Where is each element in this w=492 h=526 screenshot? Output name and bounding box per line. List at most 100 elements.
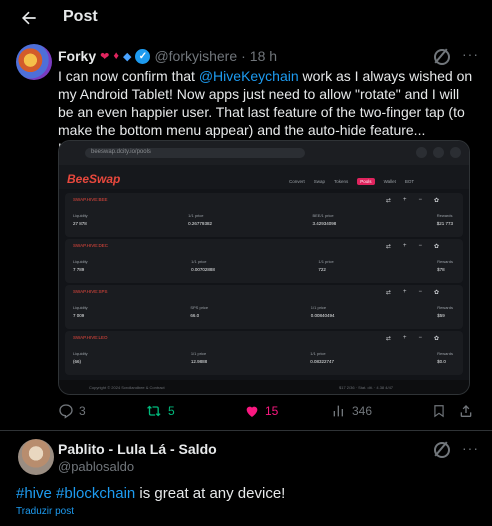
pool-actions: ⇄ + − ✿ bbox=[385, 335, 439, 342]
gem-emoji-icon: ◆ bbox=[122, 50, 132, 63]
nav-link: Tokens bbox=[334, 179, 349, 184]
col-label: Liquidity bbox=[73, 259, 88, 264]
pool-actions: ⇄ + − ✿ bbox=[385, 197, 439, 204]
pool-actions: ⇄ + − ✿ bbox=[385, 243, 439, 250]
col-label: BEE/1 price bbox=[312, 213, 334, 218]
col-value: $59 bbox=[437, 313, 445, 318]
pool-row: SWAP.HIVE:DEC ⇄ + − ✿ Liquidity 7 789 1/1 pr… bbox=[65, 239, 463, 283]
nav-link: Swap bbox=[313, 179, 326, 184]
pool-row: SWAP.HIVE:SPS ⇄ + − ✿ Liquidity 7 009 SPS pr… bbox=[65, 285, 463, 329]
share-button[interactable] bbox=[458, 403, 474, 419]
col-value: 7 009 bbox=[73, 313, 85, 318]
pool-cols: Liquidity 7 009 SPS price 66.0 1/1 price 0.… bbox=[73, 305, 453, 318]
col-label: 1/1 price bbox=[188, 213, 204, 218]
hashtag-link[interactable]: #hive bbox=[16, 485, 52, 502]
share-icon bbox=[460, 405, 472, 417]
post-time[interactable]: 18 h bbox=[250, 48, 277, 64]
browser-url-bar: beeswap.dcity.io/pools bbox=[85, 148, 305, 158]
bookmark-icon bbox=[434, 405, 444, 418]
footer-left-text: Copyright © 2024 Scrollandbee & Contract bbox=[89, 385, 165, 390]
bookmark-button[interactable] bbox=[432, 403, 446, 419]
col-label: Rewards bbox=[437, 305, 453, 310]
retweet-button[interactable]: 5 bbox=[146, 403, 175, 419]
col-value: 12.9888 bbox=[190, 359, 208, 364]
post-header: Post bbox=[0, 0, 492, 38]
page-title: Post bbox=[63, 8, 98, 25]
author-handle[interactable]: @forkyishere bbox=[154, 48, 237, 64]
divider bbox=[0, 430, 492, 431]
browser-url: beeswap.dcity.io/pools bbox=[91, 149, 151, 155]
col-value: 0.26779382 bbox=[188, 221, 212, 226]
mention-link[interactable]: @HiveKeychain bbox=[199, 68, 299, 84]
pool-title: SWAP.HIVE:DEC bbox=[73, 243, 109, 248]
post-media-image[interactable]: beeswap.dcity.io/pools BeeSwap Convert S… bbox=[58, 140, 470, 395]
col-label: Liquidity bbox=[73, 305, 88, 310]
col-value: 0.08322747 bbox=[310, 359, 335, 364]
pool-cols: Liquidity 7 789 1/1 price 0.00702888 1/1 p… bbox=[73, 259, 453, 272]
diamond-emoji-icon: ♦ bbox=[113, 50, 119, 62]
col-label: 1/1 price bbox=[318, 259, 334, 264]
col-label: 1/1 price bbox=[310, 351, 326, 356]
pool-cols: Liquidity (66) 1/1 price 12.9888 1/1 price… bbox=[73, 351, 453, 364]
reply-author-avatar[interactable] bbox=[18, 439, 54, 475]
views-icon bbox=[333, 405, 343, 417]
author-name[interactable]: Forky bbox=[58, 48, 96, 64]
col-value: 7 789 bbox=[73, 267, 85, 272]
col-label: 1/1 price bbox=[190, 351, 207, 356]
hashtag-link[interactable]: #blockchain bbox=[56, 485, 135, 502]
beeswap-nav bbox=[59, 165, 469, 189]
col-label: Rewards bbox=[437, 351, 453, 356]
retweet-icon bbox=[147, 405, 161, 417]
browser-icon bbox=[433, 147, 444, 158]
dot-separator: · bbox=[241, 48, 246, 64]
grok-icon[interactable] bbox=[434, 49, 450, 65]
nav-link-active: Pools bbox=[357, 178, 375, 185]
col-value: $78 bbox=[437, 267, 445, 272]
col-label: Rewards bbox=[436, 213, 453, 218]
views-count: 346 bbox=[352, 404, 373, 418]
nav-link: BOT bbox=[404, 179, 415, 184]
heart-emoji-icon: ❤ bbox=[100, 50, 110, 63]
reply-count: 3 bbox=[79, 404, 86, 418]
pool-actions: ⇄ + − ✿ bbox=[385, 289, 439, 296]
col-value: 0.00702888 bbox=[191, 267, 215, 272]
pool-title: SWAP.HIVE:LEO bbox=[73, 335, 108, 340]
pool-title: SWAP.HIVE:SPS bbox=[73, 289, 108, 294]
col-label: Rewards bbox=[437, 259, 453, 264]
beeswap-nav-links: Convert Swap Tokens Pools Wallet BOT bbox=[289, 178, 415, 185]
col-label: Liquidity bbox=[73, 213, 88, 218]
post-actions: 3 5 15 346 bbox=[58, 403, 478, 423]
col-label: Liquidity bbox=[73, 351, 88, 356]
post-text-prefix: I can now confirm that bbox=[58, 68, 199, 84]
arrow-left-icon[interactable] bbox=[18, 8, 40, 28]
like-button[interactable]: 15 bbox=[244, 403, 278, 419]
reply-button[interactable]: 3 bbox=[58, 403, 86, 419]
more-options-icon[interactable]: ··· bbox=[462, 46, 479, 62]
browser-icon bbox=[450, 147, 461, 158]
footer-right-text: $17 2/36 · Stat. dit. · 4.38 4/47 bbox=[339, 385, 394, 390]
reply-author-handle[interactable]: @pablosaldo bbox=[58, 459, 134, 474]
col-value: (66) bbox=[73, 359, 82, 364]
nav-link: Wallet bbox=[383, 179, 396, 184]
nav-link: Convert bbox=[289, 179, 305, 184]
reply-author-name[interactable]: Pablito - Lula Lá - Saldo bbox=[58, 441, 217, 457]
col-value: 66.0 bbox=[190, 313, 200, 318]
more-options-icon[interactable]: ··· bbox=[462, 440, 479, 456]
author-row: Forky ❤ ♦ ◆ ✓ @forkyishere · 18 h bbox=[58, 48, 277, 64]
pool-row: SWAP.HIVE:BEE ⇄ + − ✿ Liquidity 27 878 1/1 p… bbox=[65, 193, 463, 237]
browser-icons bbox=[416, 147, 461, 158]
browser-toolbar: beeswap.dcity.io/pools bbox=[59, 141, 469, 165]
beeswap-logo-main: BeeSwap bbox=[67, 172, 121, 186]
media-footer: Copyright © 2024 Scrollandbee & Contract… bbox=[59, 380, 469, 394]
col-value: 722 bbox=[318, 267, 326, 272]
translate-post-link[interactable]: Traduzir post bbox=[16, 506, 74, 517]
grok-icon[interactable] bbox=[434, 442, 450, 458]
verified-badge-icon: ✓ bbox=[135, 48, 151, 64]
views-button[interactable]: 346 bbox=[331, 403, 372, 419]
beeswap-logo: BeeSwap bbox=[67, 172, 120, 186]
col-value: 27 878 bbox=[73, 221, 87, 226]
pool-title: SWAP.HIVE:BEE bbox=[73, 197, 108, 202]
retweet-count: 5 bbox=[168, 404, 175, 418]
author-avatar[interactable] bbox=[16, 44, 52, 80]
pool-cols: Liquidity 27 878 1/1 price 0.26779382 BEE/… bbox=[73, 213, 453, 226]
